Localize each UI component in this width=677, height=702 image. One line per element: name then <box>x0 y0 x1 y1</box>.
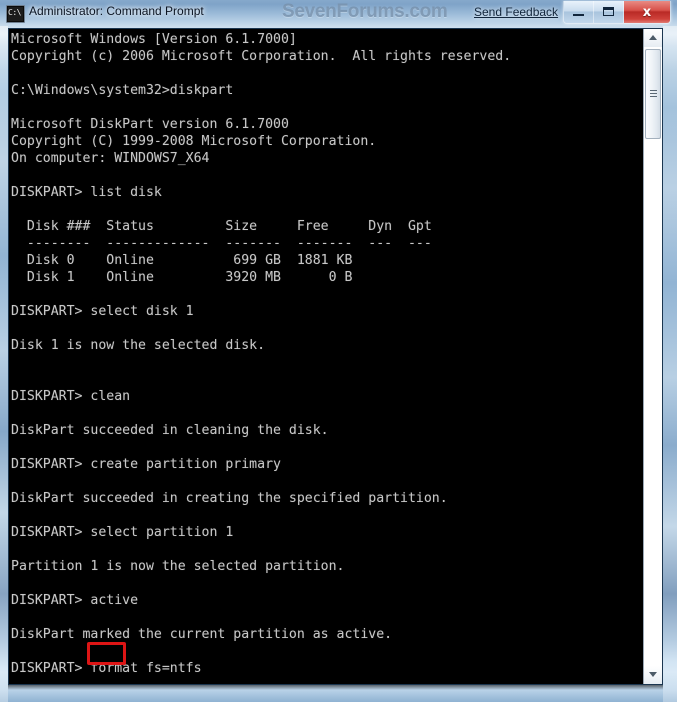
maximize-button[interactable] <box>594 1 624 23</box>
console-line: Disk 0 Online 699 GB 1881 KB <box>11 253 353 268</box>
console-line: DiskPart succeeded in creating the speci… <box>11 491 448 506</box>
console-line: DISKPART> format fs=ntfs <box>11 661 202 676</box>
console-scrollbar[interactable] <box>643 29 662 684</box>
scroll-up-arrow-button[interactable] <box>644 29 662 47</box>
console-line: Copyright (C) 1999-2008 Microsoft Corpor… <box>11 134 377 149</box>
chevron-down-icon <box>649 672 657 677</box>
scrollbar-grip-icon <box>650 90 657 97</box>
command-prompt-window: C:\ Administrator: Command Prompt SevenF… <box>0 0 677 702</box>
console-line: Disk ### Status Size Free Dyn Gpt <box>11 219 432 234</box>
console-line: DiskPart marked the current partition as… <box>11 627 393 642</box>
console-line: DiskPart succeeded in cleaning the disk. <box>11 423 329 438</box>
console-line: Microsoft DiskPart version 6.1.7000 <box>11 117 289 132</box>
console-line: Copyright (c) 2006 Microsoft Corporation… <box>11 49 512 64</box>
window-title: Administrator: Command Prompt <box>29 4 204 18</box>
console-line: C:\Windows\system32>diskpart <box>11 83 234 98</box>
scroll-down-arrow-button[interactable] <box>644 666 662 684</box>
console-line: Partition 1 is now the selected partitio… <box>11 559 345 574</box>
console-line: DISKPART> active <box>11 593 139 608</box>
console-line: Disk 1 Online 3920 MB 0 B <box>11 270 353 285</box>
command-prompt-icon-glyph: C:\ <box>8 8 21 17</box>
console-line: On computer: WINDOWS7_X64 <box>11 151 210 166</box>
maximize-icon <box>603 7 614 16</box>
send-feedback-link[interactable]: Send Feedback <box>474 5 558 19</box>
console-bottom-shadow <box>8 685 663 690</box>
command-prompt-icon[interactable]: C:\ <box>6 5 25 23</box>
scrollbar-thumb[interactable] <box>645 49 661 139</box>
close-button[interactable]: x <box>624 1 670 23</box>
watermark-text: SevenForums.com <box>282 1 448 22</box>
console-line: -------- ------------- ------- ------- -… <box>11 236 432 251</box>
console-line: DISKPART> create partition primary <box>11 457 281 472</box>
console-line: DISKPART> clean <box>11 389 131 404</box>
minimize-button[interactable] <box>564 1 594 23</box>
scrollbar-track[interactable] <box>644 47 662 666</box>
console-line: DISKPART> select partition 1 <box>11 525 234 540</box>
console-line: Disk 1 is now the selected disk. <box>11 338 266 353</box>
window-frame-right <box>663 26 677 702</box>
window-frame-left <box>0 26 8 702</box>
chevron-up-icon <box>649 35 657 40</box>
console-line: Microsoft Windows [Version 6.1.7000] <box>11 32 297 47</box>
console-line: DISKPART> select disk 1 <box>11 304 194 319</box>
close-icon: x <box>642 4 652 20</box>
title-bar[interactable]: C:\ Administrator: Command Prompt SevenF… <box>0 0 677 28</box>
minimize-icon <box>573 14 584 16</box>
caption-button-group: x <box>563 1 671 24</box>
console-output[interactable]: Microsoft Windows [Version 6.1.7000] Copy… <box>9 29 645 684</box>
console-line: DISKPART> list disk <box>11 185 162 200</box>
console-client-area[interactable]: Microsoft Windows [Version 6.1.7000] Copy… <box>8 28 663 685</box>
